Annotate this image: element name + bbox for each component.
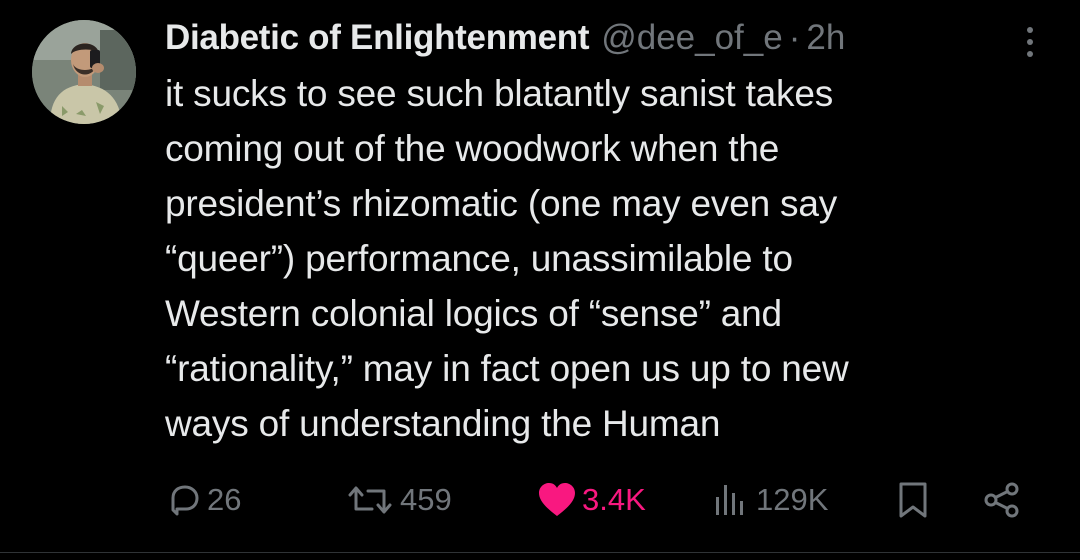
tweet-text-line: it sucks to see such blatantly sanist ta… <box>165 73 834 114</box>
bar-chart-icon <box>716 485 743 515</box>
divider <box>0 552 1080 553</box>
tweet-text-line: “rationality,” may in fact open us up to… <box>165 348 849 389</box>
user-handle[interactable]: @dee_of_e <box>601 18 783 58</box>
more-options-button[interactable] <box>1020 24 1040 60</box>
reply-button[interactable]: 26 <box>165 475 241 525</box>
tweet-header: Diabetic of Enlightenment @dee_of_e · 2h <box>165 14 845 62</box>
heart-filled-icon <box>539 483 575 516</box>
repost-button[interactable]: 459 <box>344 475 452 525</box>
like-count: 3.4K <box>582 482 646 517</box>
more-vertical-dots-icon <box>1027 27 1033 57</box>
share-button[interactable] <box>982 475 1022 525</box>
view-count: 129K <box>756 482 829 517</box>
tweet-text: it sucks to see such blatantly sanist ta… <box>165 66 1055 451</box>
display-name[interactable]: Diabetic of Enlightenment <box>165 18 590 58</box>
avatar[interactable] <box>32 20 136 124</box>
tweet-text-line: Western colonial logics of “sense” and <box>165 293 782 334</box>
reply-count: 26 <box>207 482 242 517</box>
repost-arrows-icon <box>348 486 392 514</box>
bookmark-button[interactable] <box>895 475 931 525</box>
timestamp[interactable]: 2h <box>806 18 845 58</box>
like-button[interactable]: 3.4K <box>536 475 646 525</box>
tweet-text-line: president’s rhizomatic (one may even say <box>165 183 838 224</box>
bookmark-icon <box>899 482 927 518</box>
views-button[interactable]: 129K <box>712 475 828 525</box>
repost-count: 459 <box>400 482 452 517</box>
reply-bubble-icon <box>171 485 199 516</box>
tweet-text-line: ways of understanding the Human <box>165 403 721 444</box>
avatar-image <box>32 20 136 124</box>
share-nodes-icon <box>984 482 1019 518</box>
tweet[interactable]: Diabetic of Enlightenment @dee_of_e · 2h… <box>0 0 1080 560</box>
separator-dot: · <box>788 18 801 57</box>
tweet-text-line: “queer”) performance, unassimilable to <box>165 238 793 279</box>
action-bar: 26 459 3.4K 129K <box>0 475 1080 525</box>
tweet-text-line: coming out of the woodwork when the <box>165 128 780 169</box>
